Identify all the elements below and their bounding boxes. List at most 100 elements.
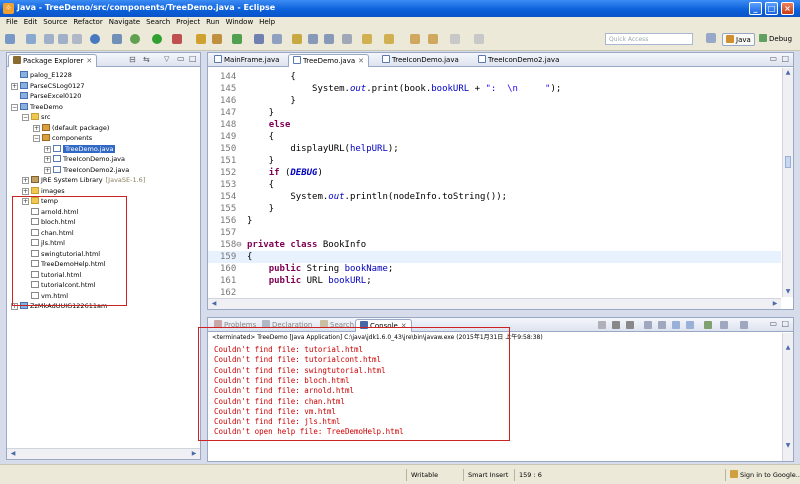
new-java-project-icon[interactable] [196, 34, 206, 44]
perspective-debug[interactable]: Debug [756, 33, 795, 46]
close-button[interactable]: × [781, 2, 794, 15]
tree-item[interactable]: + (default package) [33, 123, 109, 133]
tree-item[interactable]: + ParseCSLog0127 [11, 81, 85, 91]
print-icon[interactable] [72, 34, 82, 44]
tree-item[interactable]: + images [22, 186, 65, 196]
scroll-right-icon[interactable]: ▶ [770, 299, 780, 309]
minimize-view-icon[interactable]: ▭ [769, 319, 777, 328]
new-package-icon[interactable] [212, 34, 222, 44]
show-whitespace-icon[interactable] [342, 34, 352, 44]
tree-item[interactable]: + JRE System Library [JavaSE-1.6] [22, 175, 145, 185]
collapse-icon[interactable]: − [22, 114, 29, 121]
menu-search[interactable]: Search [143, 17, 173, 28]
tab-treeicondemo2[interactable]: TreeIconDemo2.java [474, 54, 563, 67]
tab-mainframe[interactable]: MainFrame.java [210, 54, 283, 67]
scroll-thumb[interactable] [785, 156, 791, 168]
search-icon[interactable] [272, 34, 282, 44]
menu-project[interactable]: Project [173, 17, 203, 28]
new-wizard-icon[interactable] [26, 34, 36, 44]
scroll-down-icon[interactable]: ▼ [783, 287, 793, 297]
expand-icon[interactable]: + [22, 187, 29, 195]
view-menu-icon[interactable]: ▽ [164, 55, 169, 63]
minimize-button[interactable]: _ [749, 2, 762, 15]
minimize-view-icon[interactable]: ▭ [177, 54, 185, 63]
scroll-up-icon[interactable]: ▲ [783, 68, 793, 78]
scroll-right-icon[interactable]: ▶ [189, 449, 199, 459]
quick-access-input[interactable]: Quick Access [605, 33, 693, 45]
forward-icon[interactable] [428, 34, 438, 44]
code-area[interactable]: 144 { 145 System.out.print(book.bookURL … [208, 68, 781, 298]
pin-console-icon[interactable] [704, 321, 712, 329]
tab-treedemo[interactable]: TreeDemo.java ✕ [288, 54, 370, 67]
menu-source[interactable]: Source [40, 17, 70, 28]
expand-icon[interactable]: + [44, 156, 51, 163]
expand-icon[interactable]: + [11, 82, 18, 90]
menu-window[interactable]: Window [223, 17, 257, 28]
scroll-up-icon[interactable]: ▲ [783, 343, 793, 353]
scroll-left-icon[interactable]: ◀ [209, 299, 219, 309]
menu-help[interactable]: Help [256, 17, 278, 28]
word-wrap-icon[interactable] [672, 321, 680, 329]
scroll-left-icon[interactable]: ◀ [8, 449, 18, 459]
scroll-lock-icon[interactable] [658, 321, 666, 329]
package-explorer-hscroll[interactable]: ◀ ▶ [7, 448, 200, 459]
editor-vscroll[interactable]: ▲ ▼ [782, 68, 793, 297]
tree-item[interactable]: palog_E1228 [11, 70, 72, 80]
tree-item[interactable]: + TreeIconDemo.java [44, 154, 125, 164]
collapse-icon[interactable]: − [33, 135, 40, 142]
save-all-icon[interactable] [58, 34, 68, 44]
menu-file[interactable]: File [3, 17, 21, 28]
remove-all-icon[interactable] [626, 321, 634, 329]
tree-item[interactable]: + TreeIconDemo2.java [44, 165, 129, 175]
menu-navigate[interactable]: Navigate [106, 17, 143, 28]
close-icon[interactable]: ✕ [86, 57, 92, 65]
collapse-icon[interactable]: − [11, 103, 18, 111]
tree-item[interactable]: − src [22, 112, 51, 122]
display-console-icon[interactable] [720, 321, 728, 329]
tree-item[interactable]: − TreeDemo [11, 102, 63, 112]
open-console-icon[interactable] [740, 321, 748, 329]
maximize-view-icon[interactable]: □ [189, 54, 197, 63]
clear-console-icon[interactable] [644, 321, 652, 329]
pin-icon[interactable] [450, 34, 460, 44]
terminate-icon[interactable] [598, 321, 606, 329]
open-perspective-icon[interactable] [706, 33, 716, 43]
status-signin[interactable]: Sign in to Google... [725, 469, 800, 481]
tab-package-explorer[interactable]: Package Explorer ✕ [8, 54, 98, 67]
toggle-mark-icon[interactable] [308, 34, 318, 44]
external-tools-icon[interactable] [172, 34, 182, 44]
menu-edit[interactable]: Edit [21, 17, 41, 28]
editor-hscroll[interactable]: ◀ ▶ [208, 298, 781, 309]
tab-treeicondemo[interactable]: TreeIconDemo.java [378, 54, 463, 67]
scroll-down-icon[interactable]: ▼ [783, 441, 793, 451]
remove-launch-icon[interactable] [612, 321, 620, 329]
perspective-java[interactable]: Java [722, 33, 755, 46]
open-type-icon[interactable] [254, 34, 264, 44]
expand-icon[interactable]: + [22, 177, 29, 184]
new-icon[interactable] [5, 34, 15, 44]
save-icon[interactable] [44, 34, 54, 44]
minimize-view-icon[interactable]: ▭ [769, 54, 777, 63]
back-icon[interactable] [410, 34, 420, 44]
debug-config-icon[interactable] [90, 34, 100, 44]
debug-icon[interactable] [130, 34, 140, 44]
expand-icon[interactable]: + [33, 124, 40, 132]
expand-icon[interactable]: + [44, 145, 51, 153]
tree-item[interactable]: + TreeDemo.java [44, 144, 116, 154]
toggle-block-icon[interactable] [324, 34, 334, 44]
expand-icon[interactable]: + [44, 166, 51, 174]
collapse-all-icon[interactable]: ⊟ [129, 55, 136, 64]
close-icon[interactable]: ✕ [358, 57, 364, 65]
maximize-view-icon[interactable]: □ [781, 319, 789, 328]
last-edit-icon[interactable] [474, 34, 484, 44]
skip-breakpoints-icon[interactable] [112, 34, 122, 44]
link-editor-icon[interactable]: ⇆ [143, 55, 150, 64]
next-annotation-icon[interactable] [362, 34, 372, 44]
maximize-view-icon[interactable]: □ [781, 54, 789, 63]
menu-refactor[interactable]: Refactor [70, 17, 105, 28]
prev-annotation-icon[interactable] [384, 34, 394, 44]
run-icon[interactable] [152, 34, 162, 44]
new-class-icon[interactable] [232, 34, 242, 44]
console-vscroll[interactable]: ▲ ▼ [782, 333, 793, 461]
tree-item[interactable]: ParseExcel0120 [11, 91, 81, 101]
